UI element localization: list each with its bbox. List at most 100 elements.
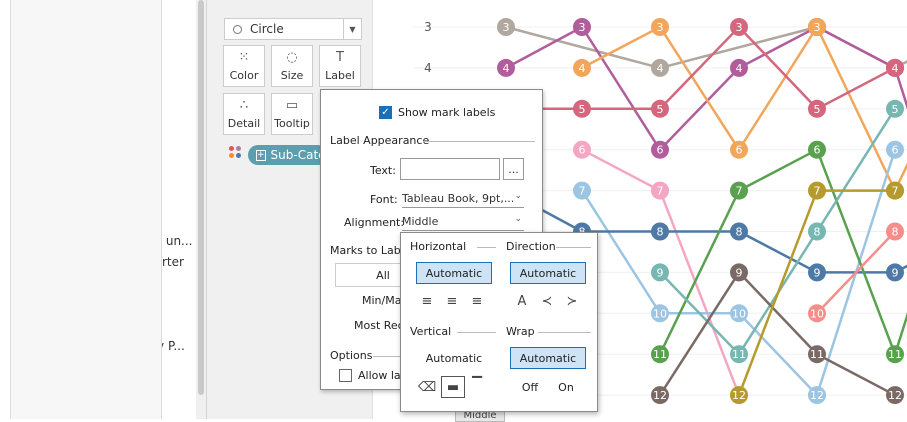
data-point-label: 5 — [814, 103, 821, 116]
show-mark-labels-label: Show mark labels — [398, 106, 496, 119]
align-center-icon[interactable]: ≡ — [443, 292, 461, 310]
alignment-value: Middle — [402, 215, 439, 228]
data-point-label: 8 — [892, 226, 899, 239]
data-point-label: 6 — [657, 144, 664, 157]
detail-icon: ∴ — [239, 98, 249, 113]
text-label: Text: — [370, 164, 396, 177]
alignment-select[interactable]: Middle ⌄ — [402, 213, 524, 231]
data-point-label: 3 — [579, 21, 586, 34]
sub-category-pill[interactable]: + Sub-Category — [248, 145, 328, 165]
color-button[interactable]: ⁙ Color — [223, 45, 265, 87]
allow-labels-overlap-checkbox[interactable] — [339, 369, 352, 382]
separator — [538, 332, 591, 333]
align-left-icon[interactable]: ≡ — [418, 292, 436, 310]
separator — [373, 356, 401, 357]
data-point-label: 9 — [736, 266, 743, 279]
alignment-label: Alignment: — [344, 216, 405, 229]
font-select[interactable]: Tableau Book, 9pt,... ⌄ — [402, 190, 524, 208]
data-point-label: 10 — [653, 307, 667, 320]
wrap-on-button[interactable]: On — [551, 379, 581, 395]
data-point-label: 6 — [579, 144, 586, 157]
dropdown-arrow-icon[interactable]: ▼ — [343, 19, 361, 39]
label-button[interactable]: T Label — [319, 45, 361, 87]
data-point-label: 9 — [814, 266, 821, 279]
data-point-label: 8 — [657, 226, 664, 239]
data-point-label: 4 — [579, 62, 586, 75]
wrap-automatic-button[interactable]: Automatic — [510, 347, 586, 369]
circle-mark-icon — [233, 24, 242, 34]
data-point-label: 12 — [810, 389, 824, 402]
horizontal-automatic-button[interactable]: Automatic — [416, 262, 492, 284]
wrap-off-button[interactable]: Off — [515, 379, 545, 395]
tooltip-icon: ▭ — [285, 98, 299, 113]
data-point-label: 5 — [657, 103, 664, 116]
data-point-label: 12 — [732, 389, 746, 402]
label-button-label: Label — [325, 69, 355, 82]
font-value: Tableau Book, 9pt,... — [402, 192, 515, 205]
data-point-label: 5 — [579, 103, 586, 116]
data-point-label: 12 — [888, 389, 902, 402]
data-point-label: 10 — [810, 307, 824, 320]
marks-card — [10, 0, 162, 419]
vertical-automatic-button[interactable]: Automatic — [416, 347, 492, 369]
valign-middle-icon[interactable]: ▬ — [441, 376, 465, 398]
data-point-label: 3 — [657, 21, 664, 34]
vertical-header: Vertical — [410, 325, 452, 338]
horizontal-header: Horizontal — [410, 240, 467, 253]
scrollbar-thumb[interactable] — [198, 0, 204, 395]
tooltip-button-label: Tooltip — [274, 117, 310, 130]
label-icon: T — [336, 50, 344, 65]
edit-text-button[interactable]: ... — [503, 158, 524, 180]
options-header: Options — [330, 349, 373, 362]
alignment-popup: Horizontal Direction Automatic Automatic… — [400, 232, 598, 412]
separator — [556, 247, 591, 248]
data-point-label: 7 — [579, 185, 586, 198]
data-point-label: 6 — [736, 144, 743, 157]
direction-automatic-button[interactable]: Automatic — [510, 262, 586, 284]
data-point-label: 4 — [503, 62, 510, 75]
text-rotate-left-icon[interactable]: ≺ — [538, 292, 556, 310]
align-right-icon[interactable]: ≡ — [468, 292, 486, 310]
text-direction-up-icon[interactable]: A — [513, 292, 531, 310]
data-point-label: 7 — [892, 185, 899, 198]
size-icon: ◌ — [286, 50, 298, 65]
color-button-label: Color — [229, 69, 259, 82]
color-legend-icon — [229, 146, 243, 160]
valign-top-icon[interactable]: ▔ — [468, 375, 486, 393]
detail-button-label: Detail — [227, 117, 261, 130]
valign-bottom-icon[interactable]: ⌫ — [418, 378, 436, 396]
data-point-label: 3 — [503, 21, 510, 34]
data-point-label: 11 — [653, 348, 667, 361]
chevron-down-icon: ⌄ — [514, 214, 522, 224]
detail-button[interactable]: ∴ Detail — [223, 93, 265, 135]
font-label: Font: — [370, 193, 398, 206]
label-text-input[interactable] — [400, 158, 500, 180]
data-point-label: 4 — [736, 62, 743, 75]
data-point-label: 12 — [653, 389, 667, 402]
data-point-label: 4 — [892, 62, 899, 75]
expand-plus-icon[interactable]: + — [256, 149, 266, 161]
label-appearance-header: Label Appearance — [330, 134, 430, 147]
data-point-label: 11 — [888, 348, 902, 361]
text-rotate-right-icon[interactable]: ≻ — [563, 292, 581, 310]
data-point-label: 7 — [736, 185, 743, 198]
wrap-header: Wrap — [506, 325, 535, 338]
all-option-label: All — [376, 268, 390, 282]
data-point-label: 6 — [892, 144, 899, 157]
data-point-label: 3 — [736, 21, 743, 34]
data-point-label: 10 — [732, 307, 746, 320]
data-point-label: 9 — [892, 266, 899, 279]
chevron-down-icon: ⌄ — [514, 191, 522, 201]
size-button[interactable]: ◌ Size — [271, 45, 313, 87]
data-point-label: 8 — [814, 226, 821, 239]
sidebar-scrollbar[interactable] — [196, 0, 206, 419]
mark-type-value: Circle — [250, 22, 284, 36]
marks-to-label-header: Marks to Label — [330, 244, 411, 257]
mark-type-select[interactable]: Circle ▼ — [224, 18, 362, 40]
show-mark-labels-checkbox[interactable]: ✓ — [379, 106, 392, 119]
data-point-label: 3 — [814, 21, 821, 34]
data-point-label: 5 — [892, 103, 899, 116]
tooltip-button[interactable]: ▭ Tooltip — [271, 93, 313, 135]
data-point-label: 11 — [810, 348, 824, 361]
size-button-label: Size — [280, 69, 304, 82]
